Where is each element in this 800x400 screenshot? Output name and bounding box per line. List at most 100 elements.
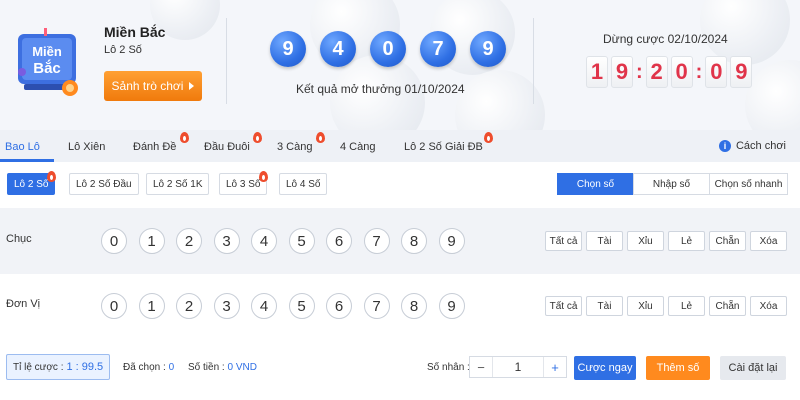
subtab-lo-4-so[interactable]: Lô 4 Số — [279, 173, 328, 195]
divider — [533, 18, 534, 104]
number-row-units: Đơn Vị 0 1 2 3 4 5 6 7 8 9 Tất cả Tài Xỉ… — [0, 274, 800, 340]
mien-bac-logo: Miền Bắc — [18, 28, 78, 96]
number-ball[interactable]: 6 — [326, 228, 352, 254]
game-type: Lô 2 Số — [104, 44, 142, 56]
hot-fire-icon — [259, 171, 268, 182]
odds-label: Tỉ lệ cược : — [13, 361, 64, 373]
number-ball[interactable]: 7 — [363, 228, 390, 254]
game-title: Miền Bắc — [104, 24, 166, 40]
row-label: Chục — [6, 233, 32, 245]
tab-dau-duoi[interactable]: Đầu Đuôi — [204, 141, 250, 153]
logo-text-top: Miền — [32, 44, 62, 59]
amount-value: 0 VND — [227, 362, 257, 373]
amount-label: Số tiền : — [188, 362, 225, 373]
reset-button[interactable]: Cài đặt lại — [720, 356, 786, 380]
stop-bet-label: Dừng cược 02/10/2024 — [603, 32, 728, 46]
number-ball[interactable]: 3 — [213, 293, 240, 319]
number-ball[interactable]: 4 — [251, 293, 277, 319]
number-ball[interactable]: 9 — [438, 228, 465, 254]
number-ball[interactable]: 3 — [213, 228, 240, 254]
number-ball[interactable]: 9 — [438, 293, 465, 319]
mode-enter-number[interactable]: Nhập số — [633, 173, 710, 195]
number-ball[interactable]: 4 — [251, 228, 277, 254]
clear-button[interactable]: Xóa — [750, 296, 787, 316]
amount: Số tiền : 0 VND — [188, 362, 257, 373]
multiplier-input[interactable]: 1 — [492, 357, 544, 377]
number-balls: 0 1 2 3 4 5 6 7 8 9 — [101, 293, 465, 319]
countdown-digit: 9 — [730, 56, 753, 88]
arrow-right-icon — [189, 82, 195, 90]
number-ball[interactable]: 1 — [138, 228, 165, 254]
odd-button[interactable]: Lẻ — [668, 296, 705, 316]
number-ball[interactable]: 0 — [101, 228, 127, 254]
number-ball[interactable]: 6 — [326, 293, 352, 319]
lobby-button[interactable]: Sảnh trò chơi — [104, 71, 202, 101]
small-button[interactable]: Xỉu — [627, 231, 664, 251]
even-button[interactable]: Chẵn — [709, 296, 746, 316]
select-all-button[interactable]: Tất cả — [545, 231, 582, 251]
result-numbers: 9 4 0 7 9 — [270, 31, 506, 67]
odd-button[interactable]: Lẻ — [668, 231, 705, 251]
increase-button[interactable]: + — [544, 360, 566, 375]
number-ball[interactable]: 7 — [363, 293, 390, 319]
tab-lo-2-so-giai-db[interactable]: Lô 2 Số Giải ĐB — [404, 141, 483, 153]
hot-fire-icon — [180, 132, 189, 143]
subtab-lo-2-so-1k[interactable]: Lô 2 Số 1K — [146, 173, 210, 195]
multiplier-stepper: − 1 + — [469, 356, 567, 378]
sub-type-bar: Lô 2 Số Lô 2 Số Đầu Lô 2 Số 1K Lô 3 Số L… — [0, 162, 800, 208]
select-all-button[interactable]: Tất cả — [545, 296, 582, 316]
countdown-separator: : — [636, 60, 643, 83]
number-ball[interactable]: 8 — [401, 228, 427, 254]
decrease-button[interactable]: − — [470, 360, 492, 375]
countdown-digit: 0 — [670, 56, 693, 88]
hot-fire-icon — [253, 132, 262, 143]
how-to-play-link[interactable]: i Cách chơi — [718, 140, 786, 152]
subtab-lo-2-so-dau[interactable]: Lô 2 Số Đầu — [69, 173, 139, 195]
tab-danh-de[interactable]: Đánh Đề — [133, 141, 176, 153]
countdown-digit: 2 — [645, 56, 668, 88]
bet-footer: Tỉ lệ cược : 1 : 99.5 Đã chọn : 0 Số tiề… — [0, 340, 800, 400]
mode-choose-number[interactable]: Chọn số — [557, 173, 634, 195]
number-ball[interactable]: 2 — [176, 293, 202, 319]
even-button[interactable]: Chẵn — [709, 231, 746, 251]
selected-label: Đã chọn : — [123, 362, 166, 373]
number-balls: 0 1 2 3 4 5 6 7 8 9 — [101, 228, 465, 254]
background-ball — [455, 70, 545, 130]
hot-fire-icon — [47, 171, 56, 182]
selected-count: Đã chọn : 0 — [123, 362, 174, 373]
info-icon: i — [718, 140, 731, 152]
number-ball[interactable]: 2 — [176, 228, 202, 254]
result-ball: 7 — [420, 31, 456, 67]
number-ball[interactable]: 5 — [288, 293, 315, 319]
row-label: Đơn Vị — [6, 298, 41, 310]
logo-text-bottom: Bắc — [33, 59, 61, 77]
number-ball[interactable]: 5 — [288, 228, 315, 254]
countdown-digit: 1 — [586, 56, 608, 88]
tab-bao-lo[interactable]: Bao Lô — [5, 141, 40, 153]
big-button[interactable]: Tài — [586, 296, 623, 316]
number-ball[interactable]: 1 — [138, 293, 165, 319]
result-ball: 9 — [470, 31, 506, 67]
bet-type-tabs — [0, 130, 800, 162]
selected-value: 0 — [168, 362, 175, 373]
number-ball[interactable]: 0 — [101, 293, 127, 319]
bet-now-button[interactable]: Cược ngay — [574, 356, 636, 380]
hot-fire-icon — [484, 132, 493, 143]
tab-lo-xien[interactable]: Lô Xiên — [68, 141, 105, 153]
hot-fire-icon — [316, 132, 325, 143]
small-button[interactable]: Xỉu — [627, 296, 664, 316]
selection-mode-group: Chọn số Nhập số Chọn số nhanh — [557, 173, 788, 195]
how-to-play-label: Cách chơi — [735, 140, 786, 152]
clear-button[interactable]: Xóa — [750, 231, 787, 251]
mode-quick-pick[interactable]: Chọn số nhanh — [709, 173, 788, 195]
add-number-button[interactable]: Thêm số — [646, 356, 710, 380]
result-ball: 4 — [320, 31, 356, 67]
big-button[interactable]: Tài — [586, 231, 623, 251]
quick-pick-buttons: Tất cả Tài Xỉu Lẻ Chẵn Xóa — [545, 231, 787, 251]
divider — [226, 18, 227, 104]
odds-box: Tỉ lệ cược : 1 : 99.5 — [6, 354, 111, 380]
lobby-button-label: Sảnh trò chơi — [111, 79, 184, 93]
tab-4-cang[interactable]: 4 Càng — [340, 141, 375, 153]
tab-3-cang[interactable]: 3 Càng — [277, 141, 312, 153]
number-ball[interactable]: 8 — [401, 293, 427, 319]
